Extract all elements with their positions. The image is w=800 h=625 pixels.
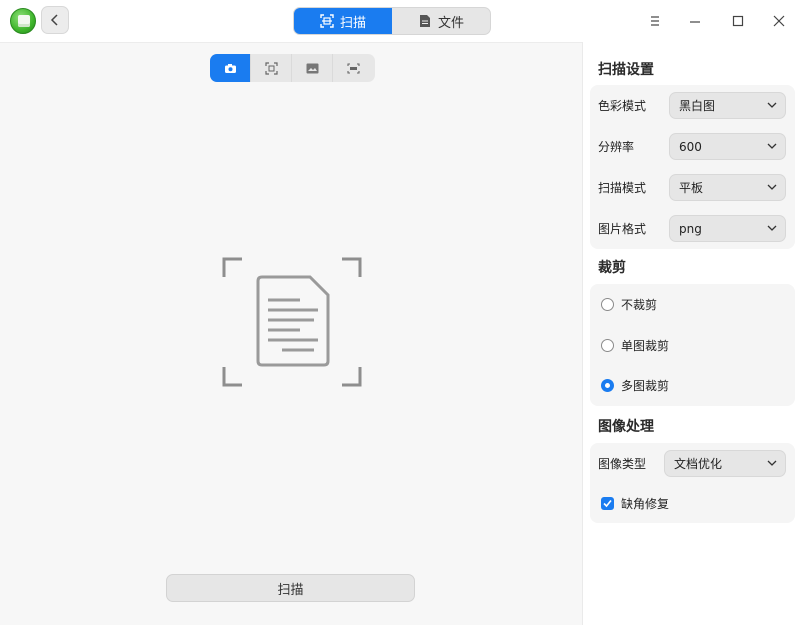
- setting-row-color-mode: 色彩模式 黑白图: [590, 85, 795, 126]
- tab-file-label: 文件: [437, 15, 464, 31]
- file-icon: [419, 15, 430, 27]
- color-mode-select[interactable]: 黑白图: [669, 92, 786, 119]
- preview-area: 扫描: [0, 42, 582, 625]
- image-format-select[interactable]: png: [669, 215, 786, 242]
- settings-panel: 扫描设置 色彩模式 黑白图 分辨率 600 扫描模式 平板 图片格式 png 裁…: [582, 42, 800, 625]
- radio-single[interactable]: [601, 339, 614, 352]
- radio-none[interactable]: [601, 298, 614, 311]
- chevron-down-icon: [767, 102, 777, 108]
- close-button[interactable]: [764, 8, 794, 34]
- scan-mode-switcher: [210, 54, 375, 82]
- menu-button[interactable]: [640, 8, 670, 34]
- scan-mode-value: 平板: [679, 181, 704, 195]
- setting-row-resolution: 分辨率 600: [590, 126, 795, 167]
- repair-option[interactable]: 缺角修复: [590, 483, 795, 524]
- chevron-down-icon: [767, 225, 777, 231]
- view-switcher: 扫描 文件: [293, 7, 491, 35]
- scan-button[interactable]: 扫描: [166, 574, 415, 602]
- radio-multi[interactable]: [601, 379, 614, 392]
- setting-row-scan-mode: 扫描模式 平板: [590, 167, 795, 208]
- minimize-icon: [690, 21, 700, 23]
- chevron-down-icon: [767, 460, 777, 466]
- image-format-label: 图片格式: [598, 222, 647, 236]
- setting-row-image-type: 图像类型 文档优化: [590, 443, 795, 484]
- scan-icon: [320, 14, 334, 28]
- mode-camera[interactable]: [210, 54, 251, 82]
- image-processing-card: 图像类型 文档优化 缺角修复: [590, 443, 795, 523]
- color-mode-label: 色彩模式: [598, 99, 647, 113]
- tab-file[interactable]: 文件: [392, 8, 490, 34]
- image-icon: [306, 63, 318, 73]
- maximize-icon: [732, 15, 744, 27]
- setting-row-image-format: 图片格式 png: [590, 208, 795, 249]
- crop-none-label: 不裁剪: [621, 298, 658, 312]
- document-preview-icon: [222, 257, 362, 387]
- image-format-value: png: [679, 221, 702, 236]
- qr-scan-icon: [264, 61, 278, 75]
- checkmark-icon: [603, 499, 612, 508]
- chevron-down-icon: [767, 184, 777, 190]
- minimize-button[interactable]: [680, 8, 710, 34]
- scan-mode-select[interactable]: 平板: [669, 174, 786, 201]
- resolution-value: 600: [679, 139, 702, 154]
- mode-barcode[interactable]: [333, 54, 374, 82]
- camera-icon: [224, 63, 236, 73]
- close-icon: [773, 15, 785, 27]
- resolution-select[interactable]: 600: [669, 133, 786, 160]
- title-bar: 扫描 文件: [0, 0, 800, 42]
- crop-multi-label: 多图裁剪: [621, 379, 670, 393]
- crop-option-none[interactable]: 不裁剪: [590, 284, 795, 325]
- mode-qr-scan[interactable]: [251, 54, 292, 82]
- section-title-crop: 裁剪: [598, 260, 626, 276]
- app-logo-icon: [10, 8, 36, 34]
- crop-single-label: 单图裁剪: [621, 339, 670, 353]
- mode-image[interactable]: [292, 54, 333, 82]
- crop-option-single[interactable]: 单图裁剪: [590, 325, 795, 366]
- section-title-image-processing: 图像处理: [598, 419, 654, 435]
- crop-option-multi[interactable]: 多图裁剪: [590, 365, 795, 406]
- barcode-icon: [347, 62, 360, 74]
- image-type-label: 图像类型: [598, 457, 647, 471]
- scan-settings-card: 色彩模式 黑白图 分辨率 600 扫描模式 平板 图片格式 png: [590, 85, 795, 249]
- tab-scan[interactable]: 扫描: [294, 8, 392, 34]
- menu-icon: [651, 16, 659, 26]
- section-title-scan-settings: 扫描设置: [598, 62, 654, 78]
- chevron-left-icon: [50, 14, 58, 26]
- color-mode-value: 黑白图: [679, 99, 716, 113]
- repair-checkbox[interactable]: [601, 497, 614, 510]
- image-type-select[interactable]: 文档优化: [664, 450, 786, 477]
- back-button[interactable]: [41, 6, 69, 34]
- crop-card: 不裁剪 单图裁剪 多图裁剪: [590, 284, 795, 406]
- tab-scan-label: 扫描: [339, 15, 366, 31]
- maximize-button[interactable]: [723, 8, 753, 34]
- repair-label: 缺角修复: [621, 497, 670, 511]
- resolution-label: 分辨率: [598, 140, 635, 154]
- image-type-value: 文档优化: [674, 457, 723, 471]
- chevron-down-icon: [767, 143, 777, 149]
- scan-mode-label: 扫描模式: [598, 181, 647, 195]
